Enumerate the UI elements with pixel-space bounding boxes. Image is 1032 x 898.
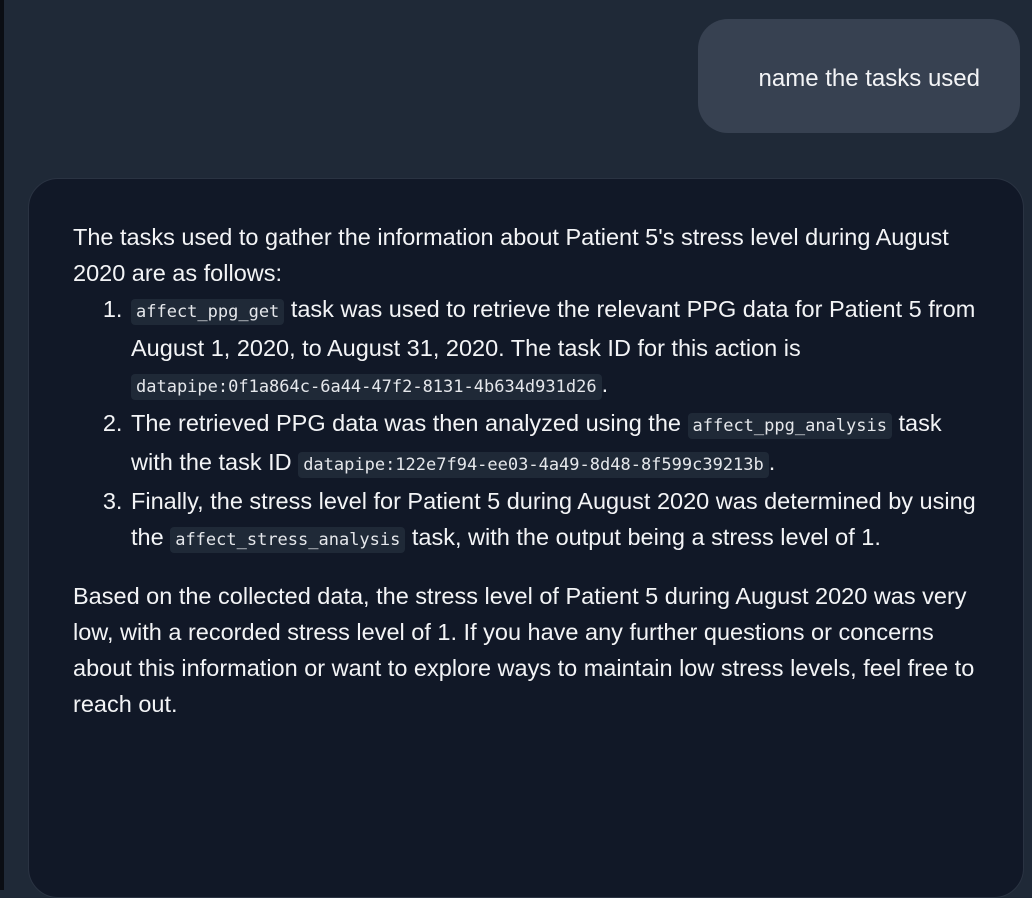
list-item: Finally, the stress level for Patient 5 …	[129, 483, 978, 558]
assistant-message-bubble: The tasks used to gather the information…	[28, 178, 1024, 898]
list-item: The retrieved PPG data was then analyzed…	[129, 405, 978, 483]
chat-view: name the tasks used The tasks used to ga…	[4, 0, 1032, 898]
inline-code: affect_ppg_analysis	[687, 413, 892, 439]
assistant-closing: Based on the collected data, the stress …	[73, 583, 975, 717]
user-message-bubble: name the tasks used	[698, 19, 1020, 133]
step-text: The retrieved PPG data was then analyzed…	[131, 410, 688, 436]
list-item: affect_ppg_get task was used to retrieve…	[129, 291, 978, 405]
assistant-intro: The tasks used to gather the information…	[73, 224, 949, 286]
step-text: .	[768, 449, 776, 475]
step-text: task, with the output being a stress lev…	[405, 524, 881, 550]
inline-code: affect_ppg_get	[131, 299, 285, 325]
step-text: .	[601, 371, 609, 397]
inline-code: affect_stress_analysis	[170, 527, 406, 553]
task-list: affect_ppg_get task was used to retrieve…	[73, 291, 978, 558]
inline-code: datapipe:0f1a864c-6a44-47f2-8131-4b634d9…	[131, 374, 602, 400]
inline-code: datapipe:122e7f94-ee03-4a49-8d48-8f599c3…	[298, 452, 769, 478]
assistant-message-content: The tasks used to gather the information…	[73, 219, 978, 722]
user-message-text: name the tasks used	[758, 65, 980, 92]
